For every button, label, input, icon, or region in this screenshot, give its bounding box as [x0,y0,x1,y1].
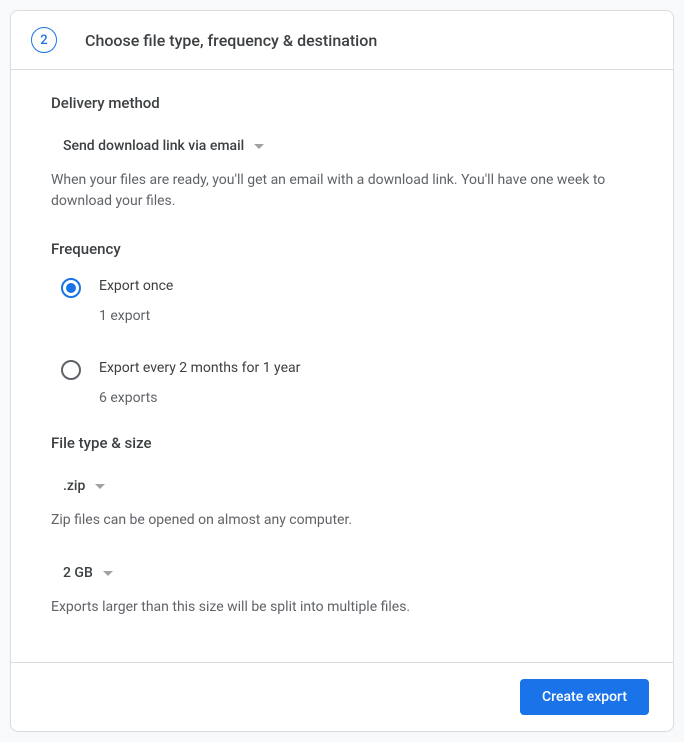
step-title: Choose file type, frequency & destinatio… [85,31,377,50]
file-size-dropdown[interactable]: 2 GB [55,559,121,587]
delivery-method-title: Delivery method [51,94,633,112]
file-size-helper: Exports larger than this size will be sp… [51,597,633,618]
file-type-helper: Zip files can be opened on almost any co… [51,510,633,531]
radio-text-group: Export once 1 export [99,278,173,324]
file-type-dropdown[interactable]: .zip [55,472,113,500]
radio-icon [61,360,81,380]
delivery-method-dropdown[interactable]: Send download link via email [55,132,272,160]
caret-down-icon [95,484,105,489]
file-type-selected: .zip [63,478,85,494]
radio-text-group: Export every 2 months for 1 year 6 expor… [99,360,300,406]
radio-sublabel: 1 export [99,308,173,324]
step-header: 2 Choose file type, frequency & destinat… [11,11,673,70]
radio-sublabel: 6 exports [99,390,300,406]
frequency-option-bimonthly[interactable]: Export every 2 months for 1 year 6 expor… [61,360,633,406]
caret-down-icon [103,571,113,576]
caret-down-icon [254,144,264,149]
radio-label: Export once [99,278,173,294]
card-footer: Create export [11,662,673,731]
filetype-title: File type & size [51,434,633,452]
frequency-radio-group: Export once 1 export Export every 2 mont… [61,278,633,406]
export-settings-card: 2 Choose file type, frequency & destinat… [10,10,674,732]
radio-icon [61,278,81,298]
frequency-option-once[interactable]: Export once 1 export [61,278,633,324]
frequency-title: Frequency [51,240,633,258]
delivery-method-selected: Send download link via email [63,138,244,154]
step-number-badge: 2 [31,27,57,53]
file-size-selected: 2 GB [63,565,93,581]
radio-label: Export every 2 months for 1 year [99,360,300,376]
delivery-method-helper: When your files are ready, you'll get an… [51,170,633,212]
settings-body: Delivery method Send download link via e… [11,70,673,662]
create-export-button[interactable]: Create export [520,679,649,715]
